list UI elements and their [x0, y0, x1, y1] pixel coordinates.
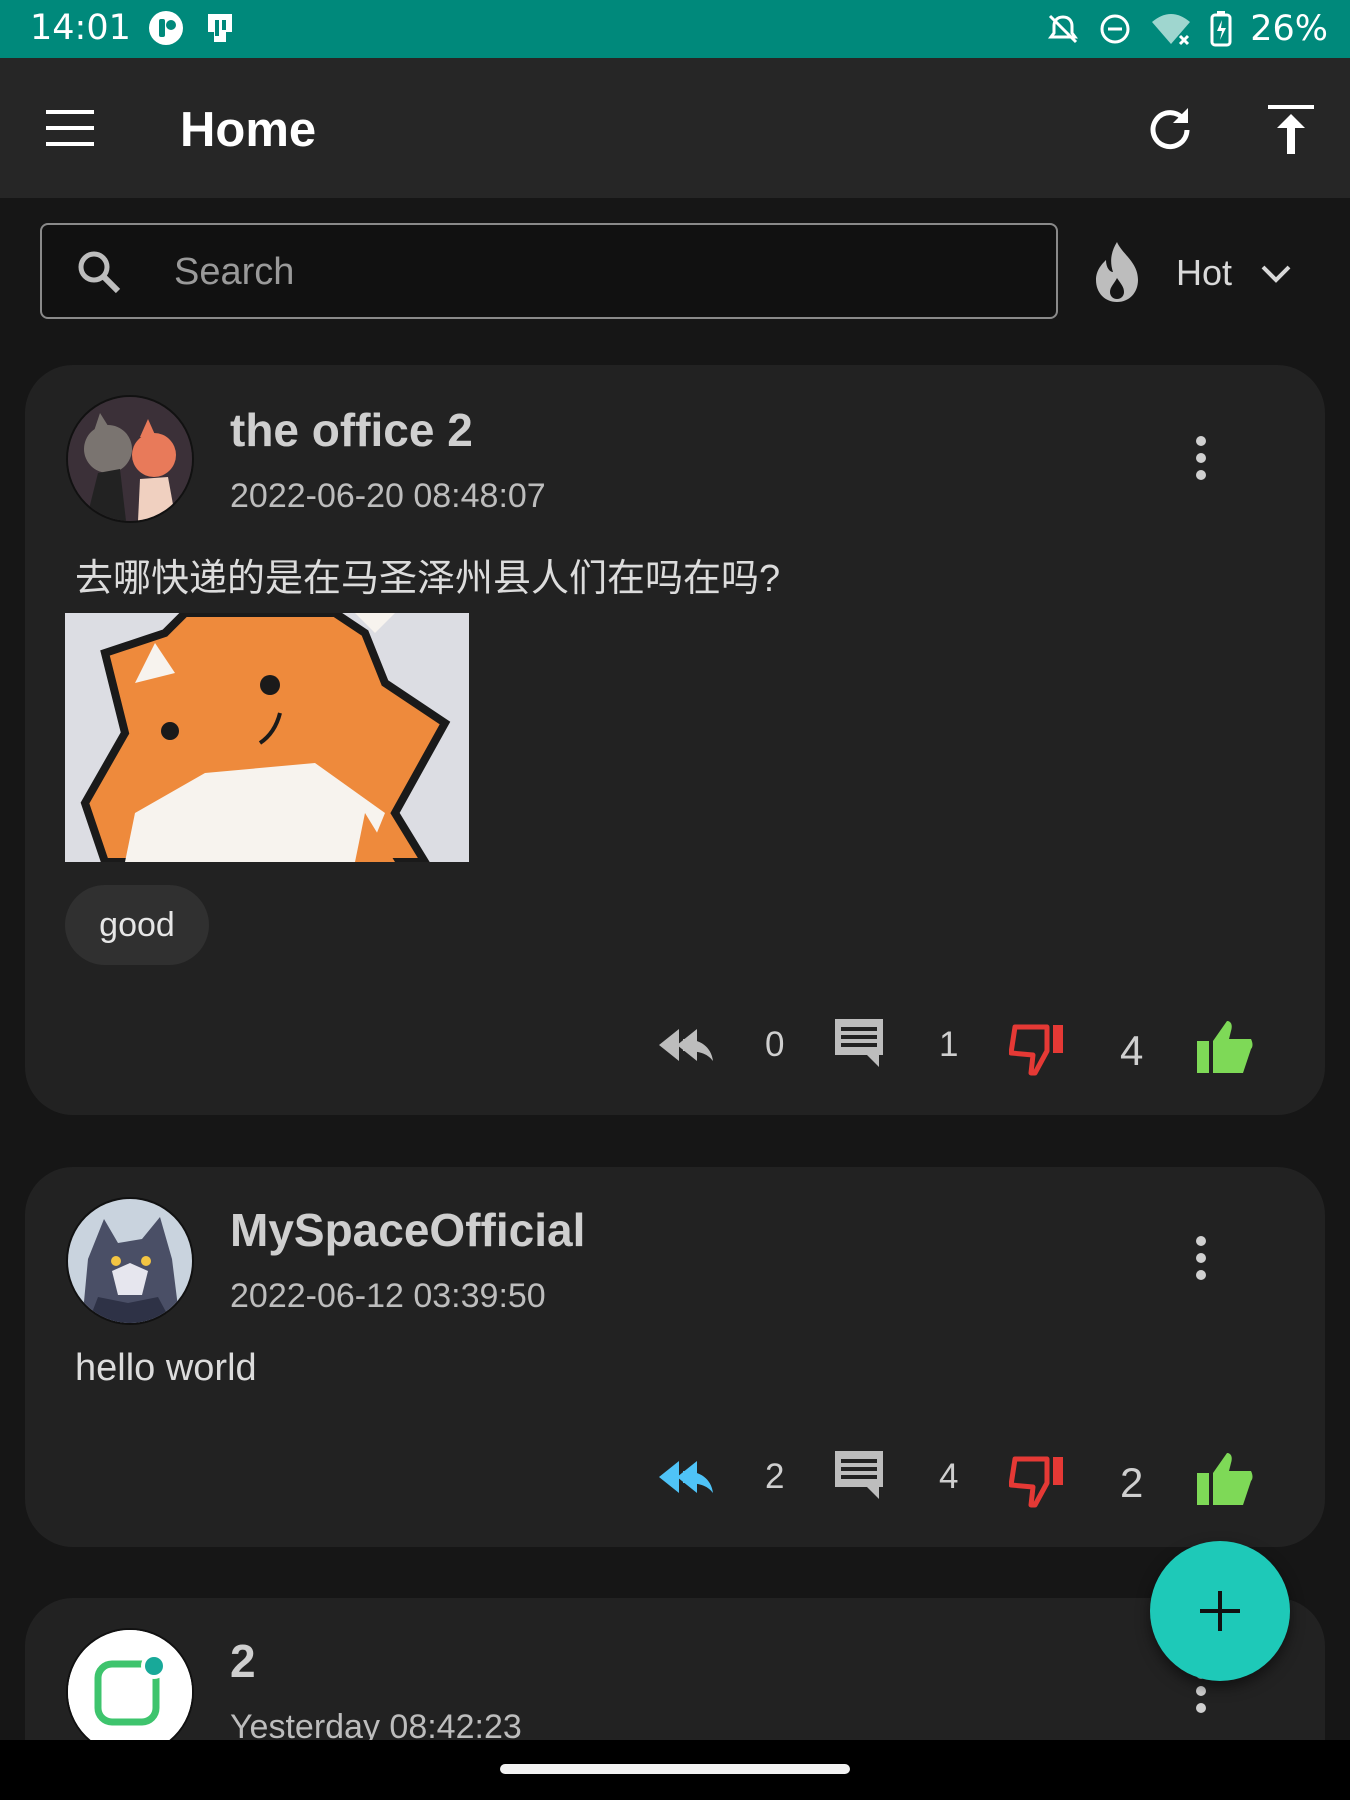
- chevron-down-icon: [1261, 265, 1291, 283]
- app-bar: Home: [0, 58, 1350, 198]
- navigation-bar: [0, 1740, 1350, 1800]
- status-time: 14:01: [30, 8, 131, 48]
- post-time: 2022-06-20 08:48:07: [230, 477, 546, 515]
- like-icon[interactable]: [1195, 1451, 1255, 1507]
- comment-button[interactable]: 4: [831, 1447, 971, 1507]
- like-icon[interactable]: [1195, 1019, 1255, 1075]
- avatar[interactable]: [66, 1197, 194, 1325]
- comment-icon: [835, 1019, 883, 1067]
- search-icon: [78, 251, 121, 294]
- post-author[interactable]: 2: [230, 1634, 256, 1688]
- comment-count: 4: [939, 1457, 959, 1496]
- battery-percentage: 26%: [1250, 9, 1328, 49]
- repost-count: 2: [765, 1457, 785, 1496]
- post-author[interactable]: the office 2: [230, 403, 473, 457]
- page-title: Home: [180, 103, 317, 157]
- post-author[interactable]: MySpaceOfficial: [230, 1203, 585, 1257]
- post-image[interactable]: [65, 613, 469, 862]
- score-count: 2: [1120, 1459, 1144, 1506]
- post-card[interactable]: MySpaceOfficial 2022-06-12 03:39:50 hell…: [25, 1167, 1325, 1547]
- status-icons: 26%: [1046, 6, 1328, 52]
- sort-dropdown[interactable]: Hot: [1090, 228, 1322, 318]
- search-input[interactable]: [172, 225, 1016, 319]
- repost-icon: [659, 1461, 713, 1493]
- post-time: 2022-06-12 03:39:50: [230, 1277, 546, 1315]
- repost-count: 0: [765, 1025, 785, 1064]
- comment-count: 1: [939, 1025, 959, 1064]
- search-box[interactable]: [40, 223, 1058, 319]
- dislike-icon[interactable]: [1009, 1453, 1067, 1511]
- repost-button[interactable]: 2: [653, 1447, 793, 1507]
- sim-card-icon: [208, 14, 232, 42]
- battery-charging-icon: [1210, 11, 1232, 47]
- repost-icon: [659, 1029, 713, 1061]
- comment-icon: [835, 1451, 883, 1499]
- post-body: 去哪快递的是在马圣泽州县人们在吗在吗?: [75, 558, 781, 600]
- wifi-off-icon: [1152, 14, 1191, 46]
- plus-icon: [1200, 1591, 1240, 1631]
- comment-button[interactable]: 1: [831, 1015, 971, 1075]
- more-options-icon[interactable]: [1191, 435, 1211, 481]
- new-post-button[interactable]: [1150, 1541, 1290, 1681]
- refresh-icon[interactable]: [1146, 104, 1194, 152]
- status-bar: 14:01 26%: [0, 0, 1350, 58]
- notifications-off-icon: [1048, 14, 1079, 44]
- flame-icon: [1096, 242, 1138, 302]
- dislike-icon[interactable]: [1009, 1021, 1067, 1079]
- do-not-disturb-icon: [1100, 14, 1130, 44]
- tag-chip[interactable]: good: [65, 885, 209, 965]
- avatar[interactable]: [66, 1628, 194, 1756]
- home-indicator[interactable]: [500, 1764, 850, 1774]
- repost-button[interactable]: 0: [653, 1015, 793, 1075]
- avatar[interactable]: [66, 395, 194, 523]
- scroll-to-top-icon[interactable]: [1264, 102, 1318, 156]
- menu-icon[interactable]: [44, 106, 96, 150]
- score-count: 4: [1120, 1027, 1144, 1074]
- post-card[interactable]: the office 2 2022-06-20 08:48:07 去哪快递的是在…: [25, 365, 1325, 1115]
- app-notification-icon: [149, 11, 183, 45]
- sort-label: Hot: [1176, 252, 1233, 293]
- post-body: hello world: [75, 1347, 257, 1389]
- more-options-icon[interactable]: [1191, 1235, 1211, 1281]
